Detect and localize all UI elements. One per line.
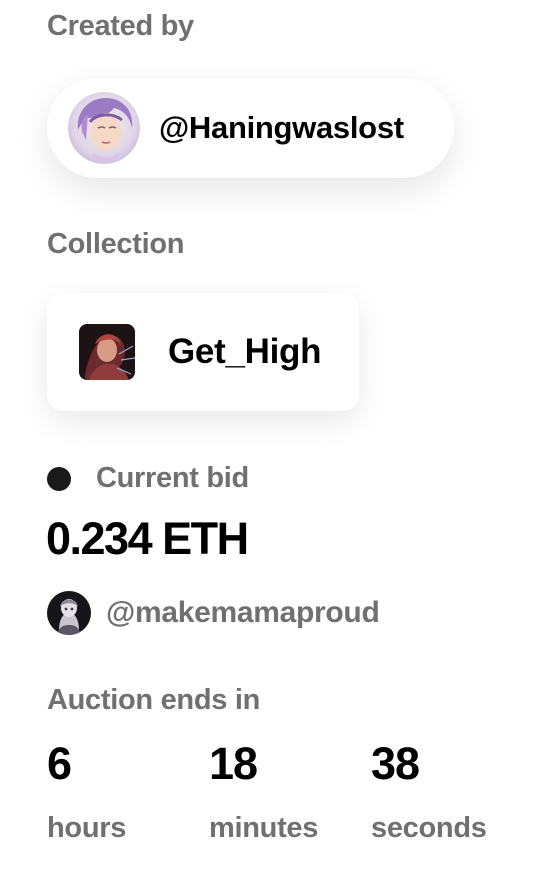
- creator-avatar: [68, 92, 140, 164]
- current-bid-amount: 0.234 ETH: [46, 513, 249, 564]
- collection-thumbnail: [79, 324, 135, 380]
- seconds-unit-label: seconds: [371, 812, 487, 844]
- countdown-hours: 6 hours: [47, 738, 126, 845]
- bidder-username: @makemamaproud: [106, 596, 380, 629]
- current-bid-header: Current bid: [47, 462, 249, 495]
- minutes-value: 18: [209, 738, 258, 789]
- countdown-minutes: 18 minutes: [209, 738, 318, 845]
- auction-countdown: 6 hours 18 minutes 38 seconds: [0, 738, 549, 858]
- created-by-label: Created by: [47, 10, 194, 42]
- bidder-avatar: [47, 591, 91, 635]
- hours-unit-label: hours: [47, 812, 127, 844]
- creator-profile-button[interactable]: @Haningwaslost: [47, 78, 454, 178]
- collection-card[interactable]: Get_High: [47, 293, 359, 411]
- collection-name: Get_High: [168, 332, 322, 371]
- minutes-unit-label: minutes: [209, 812, 319, 844]
- countdown-seconds: 38 seconds: [371, 738, 487, 845]
- status-dot-icon: [47, 466, 71, 491]
- hours-value: 6: [47, 738, 72, 789]
- current-bid-label: Current bid: [96, 462, 249, 494]
- auction-ends-label: Auction ends in: [47, 684, 261, 716]
- seconds-value: 38: [371, 738, 420, 789]
- creator-username: @Haningwaslost: [159, 110, 404, 145]
- collection-label: Collection: [47, 228, 185, 260]
- bidder-profile-link[interactable]: @makemamaproud: [47, 591, 380, 635]
